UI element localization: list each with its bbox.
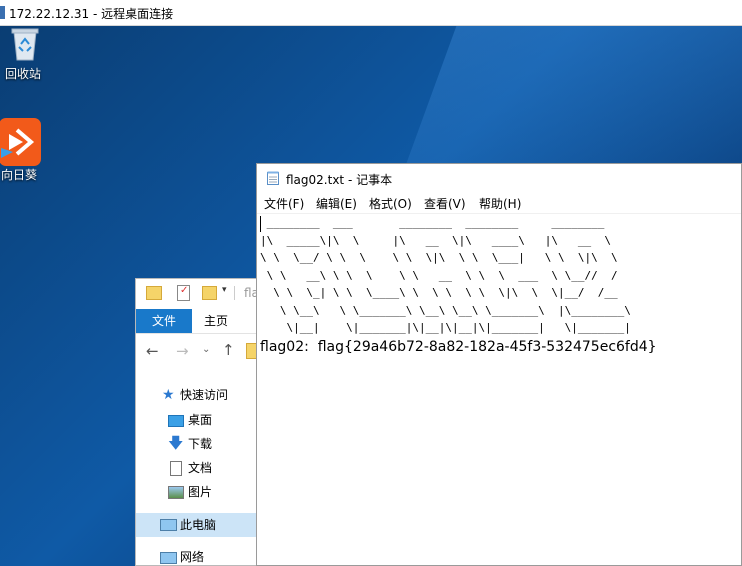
ascii-art-text: ________ ___ ________ ________ ________ … <box>260 216 631 334</box>
text-caret <box>260 216 261 232</box>
picture-icon <box>168 486 184 499</box>
recycle-bin-icon <box>11 28 38 61</box>
flag-text: flag02: flag{29a46b72-8a82-182a-45f3-532… <box>260 338 657 355</box>
document-icon <box>170 461 182 476</box>
folder-icon[interactable] <box>146 286 162 300</box>
notepad-title: flag02.txt - 记事本 <box>286 173 393 187</box>
star-icon: ★ <box>162 387 175 403</box>
sunflower-app-icon <box>0 118 41 166</box>
menu-file[interactable]: 文件(F) <box>264 195 304 212</box>
forward-arrow-icon[interactable]: → <box>176 342 189 360</box>
rdp-window-icon <box>0 6 5 19</box>
desktop-icon-recycle-bin[interactable]: 回收站 <box>0 26 46 82</box>
new-folder-icon[interactable] <box>202 286 217 300</box>
back-arrow-icon[interactable]: ← <box>146 342 159 360</box>
divider <box>234 286 235 300</box>
menu-help[interactable]: 帮助(H) <box>479 195 521 212</box>
rdp-title-text: 172.22.12.31 - 远程桌面连接 <box>9 7 174 21</box>
notepad-window: flag02.txt - 记事本 文件(F) 编辑(E) 格式(O) 查看(V)… <box>256 163 742 566</box>
computer-icon <box>160 519 177 531</box>
menu-edit[interactable]: 编辑(E) <box>316 195 357 212</box>
notepad-text-area[interactable]: ________ ___ ________ ________ ________ … <box>260 214 741 565</box>
notepad-menu-bar: 文件(F) 编辑(E) 格式(O) 查看(V) 帮助(H) <box>257 192 741 214</box>
tab-home[interactable]: 主页 <box>204 309 228 333</box>
customize-arrow-icon[interactable]: ▾ <box>222 285 227 295</box>
menu-format[interactable]: 格式(O) <box>369 195 412 212</box>
checkmark-icon: ✓ <box>180 285 189 296</box>
rdp-title-bar: 172.22.12.31 - 远程桌面连接 <box>0 0 742 26</box>
desktop-icon <box>168 415 184 427</box>
download-icon: 🡇 <box>168 434 184 452</box>
desktop-icon-sunflower[interactable]: 向日葵 <box>0 118 42 183</box>
notepad-icon <box>267 171 279 185</box>
tab-file[interactable]: 文件 <box>136 309 192 333</box>
network-icon <box>160 552 177 564</box>
notepad-title-bar: flag02.txt - 记事本 <box>257 164 741 192</box>
recent-locations-icon[interactable]: ⌄ <box>202 344 210 355</box>
sunflower-label: 向日葵 <box>0 168 37 182</box>
up-arrow-icon[interactable]: ↑ <box>222 341 235 359</box>
recycle-bin-label: 回收站 <box>4 67 41 81</box>
menu-view[interactable]: 查看(V) <box>424 195 466 212</box>
